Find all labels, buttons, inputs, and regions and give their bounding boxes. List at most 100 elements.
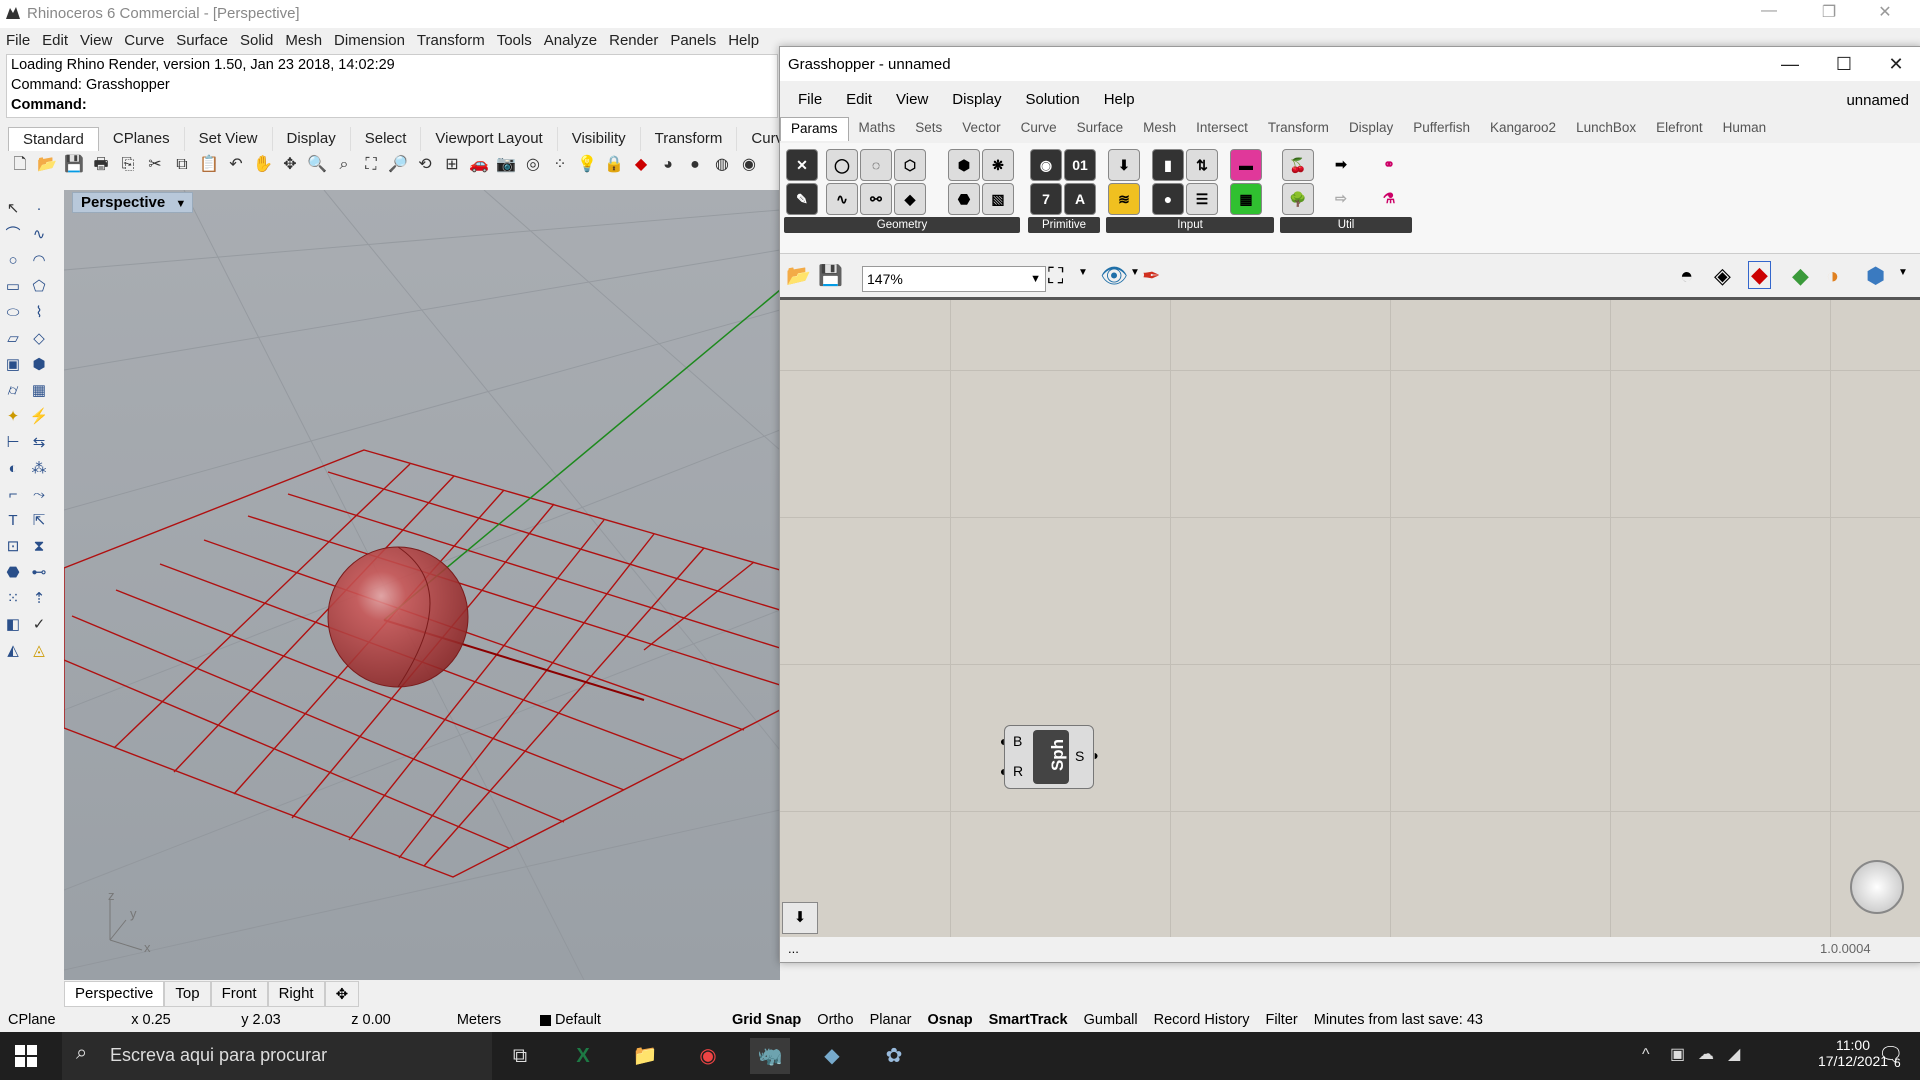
task-view-icon[interactable]: ⧉ [500, 1038, 540, 1074]
render-sphere-icon[interactable]: ● [683, 153, 707, 177]
command-prompt[interactable]: Command: [7, 95, 777, 115]
undo-view-icon[interactable]: ⟲ [413, 153, 437, 177]
menu-help[interactable]: Help [722, 30, 765, 52]
curve-icon[interactable]: ∿ [26, 222, 52, 248]
tab-right[interactable]: Right [267, 981, 325, 1007]
transform-icon[interactable]: ⇆ [26, 430, 52, 456]
tab-front[interactable]: Front [210, 981, 268, 1007]
export-icon[interactable]: ⎘ [116, 153, 140, 177]
gh-preview-selected-icon[interactable]: ◆ [1748, 261, 1771, 289]
gh-sketch-pen-icon[interactable]: ✒ [1142, 263, 1160, 289]
polyline-icon[interactable]: ⌒ [0, 222, 26, 248]
chevron-up-icon[interactable]: ^ [1642, 1046, 1650, 1064]
select-arrow-icon[interactable]: ↖ [0, 196, 26, 222]
array-icon[interactable]: ⊡ [0, 534, 26, 560]
gh-preview-wire-icon[interactable]: ◓ [1680, 263, 1693, 289]
toggle-filter[interactable]: Filter [1258, 1012, 1306, 1028]
toggle-gumball[interactable]: Gumball [1076, 1012, 1146, 1028]
undo-icon[interactable]: ↶ [224, 153, 248, 177]
gh-canvas-widget-icon[interactable]: ⬇ [782, 902, 818, 934]
rhino-taskbar-icon[interactable]: 🦏 [750, 1038, 790, 1074]
output-grip[interactable]: ◗ [1092, 747, 1100, 763]
menu-dimension[interactable]: Dimension [328, 30, 411, 52]
close-button[interactable]: ✕ [1862, 2, 1908, 26]
grid-array-icon[interactable]: ⁙ [0, 586, 26, 612]
lock-icon[interactable]: 🔒 [602, 153, 626, 177]
menu-analyze[interactable]: Analyze [538, 30, 603, 52]
light-tool-icon[interactable]: ✦ [0, 404, 26, 430]
freeform-icon[interactable]: ⌇ [26, 300, 52, 326]
gh-tab-kangaroo2[interactable]: Kangaroo2 [1480, 117, 1566, 141]
gh-open-icon[interactable]: 📂 [786, 263, 811, 288]
gh-input-download-icon[interactable]: ⬇ [1108, 149, 1140, 181]
tab-display[interactable]: Display [273, 127, 351, 151]
gh-zoom-extents-icon[interactable]: ⛶ [1048, 263, 1063, 289]
gh-group-label[interactable]: Primitive [1028, 217, 1100, 233]
navigation-compass-icon[interactable] [1850, 860, 1904, 914]
gh-param-boolean-icon[interactable]: ◉ [1030, 149, 1062, 181]
gh-param-brep-icon[interactable]: ⬢ [948, 149, 980, 181]
gh-menu-help[interactable]: Help [1092, 89, 1147, 111]
perspective-viewport[interactable]: z y x Perspective ▼ [64, 190, 780, 980]
chevron-down-icon[interactable]: ▼ [175, 198, 186, 210]
gh-param-close-icon[interactable]: ✕ [786, 149, 818, 181]
gh-input-panel-icon[interactable]: ▮ [1152, 149, 1184, 181]
gh-tab-elefront[interactable]: Elefront [1646, 117, 1713, 141]
paste-icon[interactable]: 📋 [197, 153, 221, 177]
gh-tab-curve[interactable]: Curve [1011, 117, 1067, 141]
pan-icon[interactable]: ✋ [251, 153, 275, 177]
gh-maximize-button[interactable]: ☐ [1821, 51, 1867, 77]
gh-tab-vector[interactable]: Vector [952, 117, 1010, 141]
tab-transform[interactable]: Transform [641, 127, 738, 151]
taskbar-search[interactable]: ⌕ Escreva aqui para procurar [62, 1032, 492, 1080]
save-icon[interactable]: 💾 [62, 153, 86, 177]
scale-icon[interactable]: ⇱ [26, 508, 52, 534]
gh-group-label[interactable]: Input [1106, 217, 1274, 233]
chevron-down-icon[interactable]: ▼ [1898, 267, 1908, 278]
cylinder-icon[interactable]: ⌭ [0, 378, 26, 404]
cut-icon[interactable]: ✂ [143, 153, 167, 177]
toggle-grid-snap[interactable]: Grid Snap [724, 1012, 809, 1028]
restore-button[interactable]: ❐ [1806, 2, 1852, 26]
text-icon[interactable]: T [0, 508, 26, 534]
rectangle-icon[interactable]: ▭ [0, 274, 26, 300]
gh-preview-eye-icon[interactable]: 👁 [1100, 263, 1128, 289]
gh-util-bubbles-icon[interactable]: ⚭ [1374, 149, 1404, 179]
gh-param-curve-icon[interactable]: ∿ [826, 183, 858, 215]
point-icon[interactable]: · [26, 196, 52, 222]
gh-input-gradient-icon[interactable]: ▬ [1230, 149, 1262, 181]
gh-util-flask-icon[interactable]: ⚗ [1374, 183, 1404, 213]
menu-file[interactable]: File [0, 30, 36, 52]
sphere-component[interactable]: ◖ ◖ B R Sph S ◗ [998, 725, 1100, 789]
menu-transform[interactable]: Transform [411, 30, 491, 52]
viewport-title[interactable]: Perspective ▼ [72, 192, 194, 213]
spotlight-icon[interactable]: ⚡ [26, 404, 52, 430]
menu-solid[interactable]: Solid [234, 30, 279, 52]
zoom-icon[interactable]: 🔍 [305, 153, 329, 177]
target-icon[interactable]: ◎ [521, 153, 545, 177]
tab-visibility[interactable]: Visibility [558, 127, 641, 151]
gh-tab-transform[interactable]: Transform [1258, 117, 1339, 141]
gh-param-number-icon[interactable]: 7 [1030, 183, 1062, 215]
gh-param-polyline-icon[interactable]: ⬡ [894, 149, 926, 181]
menu-tools[interactable]: Tools [491, 30, 538, 52]
menu-edit[interactable]: Edit [36, 30, 74, 52]
gh-param-circle-icon[interactable]: ◯ [826, 149, 858, 181]
gh-material-icon[interactable]: ◑ [1826, 263, 1839, 289]
zoom-extents-icon[interactable]: ⛶ [359, 153, 383, 177]
extrude-icon[interactable]: ⇡ [26, 586, 52, 612]
env-sphere-icon[interactable]: ◉ [737, 153, 761, 177]
chevron-down-icon[interactable]: ▼ [1130, 267, 1140, 278]
gh-tab-display[interactable]: Display [1339, 117, 1403, 141]
excel-icon[interactable]: X [563, 1038, 603, 1074]
gh-menu-view[interactable]: View [884, 89, 940, 111]
tab-set-view[interactable]: Set View [185, 127, 273, 151]
gh-close-button[interactable]: ✕ [1873, 51, 1919, 77]
gh-param-link-icon[interactable]: ⚯ [860, 183, 892, 215]
gh-util-arrow-outline-icon[interactable]: ⇨ [1326, 183, 1356, 213]
mesh-icon[interactable]: ▦ [26, 378, 52, 404]
gh-param-pen-icon[interactable]: ✎ [786, 183, 818, 215]
windows-start-icon[interactable] [14, 1044, 38, 1068]
volume-icon[interactable]: ◢ [1728, 1044, 1740, 1064]
gh-param-text-icon[interactable]: A [1064, 183, 1096, 215]
